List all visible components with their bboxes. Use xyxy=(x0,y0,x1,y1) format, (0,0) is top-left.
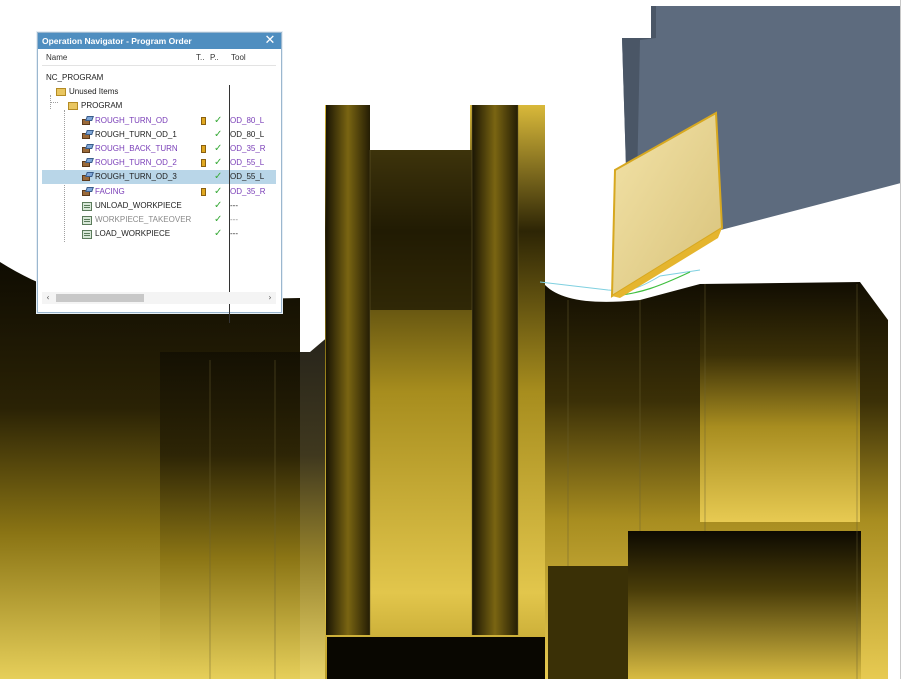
operation-name: LOAD_WORKPIECE xyxy=(95,229,171,239)
checkmark-icon xyxy=(214,71,226,85)
header-divider xyxy=(42,65,276,66)
navigator-title: Operation Navigator - Program Order xyxy=(38,33,281,49)
turning-operation-icon xyxy=(82,186,94,197)
checkmark-icon: ✓ xyxy=(214,171,223,183)
operation-name: Unused Items xyxy=(69,87,119,97)
operation-name: ROUGH_TURN_OD_1 xyxy=(95,129,177,139)
operation-name: PROGRAM xyxy=(81,101,123,111)
checkmark-icon: ✓ xyxy=(214,143,223,154)
scroll-thumb[interactable] xyxy=(56,294,144,302)
part-left-shoulder xyxy=(160,335,330,679)
turning-operation-icon xyxy=(82,144,94,154)
operation-row[interactable]: ROUGH_TURN_OD_3 ✓ OD_55_L xyxy=(42,170,276,185)
tool-name: OD_80_L xyxy=(230,129,265,139)
tool-name: OD_55_L xyxy=(230,158,265,168)
operation-name: ROUGH_TURN_OD_2 xyxy=(95,158,177,168)
operation-name: WORKPIECE_TAKEOVER xyxy=(95,215,192,224)
graphics-viewport[interactable]: Operation Navigator - Program Order ✕ Na… xyxy=(0,0,901,679)
tool-status-cell xyxy=(200,142,210,156)
tool-status-cell xyxy=(200,85,210,99)
operation-name: ROUGH_TURN_OD_3 xyxy=(95,172,177,182)
tool-status-cell xyxy=(200,114,210,128)
tool-name: OD_55_L xyxy=(230,172,265,182)
folder-icon xyxy=(68,102,78,111)
part-lower-step xyxy=(628,531,861,679)
part-bottom-band xyxy=(327,637,545,679)
part-lower-cavity xyxy=(548,566,628,679)
column-header-tool[interactable]: Tool xyxy=(231,53,246,62)
tool-name: --- xyxy=(230,229,238,239)
tool-name: OD_35_R xyxy=(230,144,266,153)
checkmark-icon: ✓ xyxy=(214,228,223,240)
tool-status-cell xyxy=(200,227,210,241)
tool-status-cell xyxy=(200,71,210,85)
tool-name: OD_80_L xyxy=(230,115,265,125)
tool-name: OD_35_R xyxy=(230,186,266,196)
operation-navigator-panel[interactable]: Operation Navigator - Program Order ✕ Na… xyxy=(37,32,282,323)
turning-operation-icon xyxy=(82,129,94,140)
turning-operation-icon xyxy=(82,158,94,168)
operation-name: ROUGH_TURN_OD xyxy=(95,115,168,125)
checkmark-icon xyxy=(214,99,226,113)
operation-name: FACING xyxy=(95,186,125,196)
operation-name: ROUGH_BACK_TURN xyxy=(95,144,178,153)
tool-status-cell xyxy=(200,99,210,113)
tool-name: --- xyxy=(230,215,238,224)
operation-row[interactable]: ROUGH_TURN_OD_1 ✓ OD_80_L xyxy=(42,128,276,142)
workpiece-operation-icon xyxy=(82,201,92,211)
tool-status-cell xyxy=(200,185,210,199)
close-icon[interactable]: ✕ xyxy=(264,33,276,49)
turning-operation-icon xyxy=(82,115,94,126)
part-groove xyxy=(370,150,472,310)
part-right-pillar xyxy=(472,105,518,635)
scroll-right-icon[interactable]: › xyxy=(264,292,276,304)
tool-change-icon xyxy=(201,159,206,168)
scroll-left-icon[interactable]: ‹ xyxy=(42,292,54,304)
part-left-pillar xyxy=(326,105,370,635)
checkmark-icon xyxy=(214,85,226,99)
operation-row[interactable]: FACING ✓ OD_35_R xyxy=(42,185,276,199)
column-header-p[interactable]: P.. xyxy=(210,53,219,62)
checkmark-icon: ✓ xyxy=(214,157,223,169)
tool-status-cell xyxy=(200,156,210,170)
tool-change-icon xyxy=(201,145,206,153)
checkmark-icon: ✓ xyxy=(214,199,223,211)
part-right-flange xyxy=(700,284,860,522)
operation-row[interactable]: UNLOAD_WORKPIECE ✓ --- xyxy=(42,199,276,213)
tool-status-cell xyxy=(200,213,210,227)
operation-row[interactable]: PROGRAM xyxy=(42,99,276,113)
operation-name: UNLOAD_WORKPIECE xyxy=(95,200,182,210)
checkmark-icon: ✓ xyxy=(214,128,223,140)
tool-name: --- xyxy=(230,200,238,210)
operation-row[interactable]: ROUGH_TURN_OD_2 ✓ OD_55_L xyxy=(42,156,276,170)
operation-name: NC_PROGRAM xyxy=(46,73,104,82)
checkmark-icon: ✓ xyxy=(214,185,223,197)
tool-change-icon xyxy=(201,116,206,125)
checkmark-icon: ✓ xyxy=(214,114,223,126)
operation-row[interactable]: ROUGH_TURN_OD ✓ OD_80_L xyxy=(42,114,276,128)
operation-row[interactable]: LOAD_WORKPIECE ✓ --- xyxy=(42,227,276,241)
column-header-t[interactable]: T.. xyxy=(196,53,204,62)
horizontal-scrollbar[interactable]: ‹ › xyxy=(42,292,276,304)
operation-row[interactable]: Unused Items xyxy=(42,85,276,99)
tool-status-cell xyxy=(200,170,210,184)
column-header-name[interactable]: Name xyxy=(46,53,67,62)
operation-row[interactable]: NC_PROGRAM xyxy=(42,71,276,85)
tool-status-cell xyxy=(200,128,210,142)
checkmark-icon: ✓ xyxy=(214,214,223,225)
tool-change-icon xyxy=(201,187,206,196)
turning-operation-icon xyxy=(82,172,94,182)
folder-icon xyxy=(56,88,66,97)
operation-row[interactable]: ROUGH_BACK_TURN ✓ OD_35_R xyxy=(42,142,276,156)
workpiece-operation-icon xyxy=(82,216,92,225)
column-separator xyxy=(229,85,230,323)
workpiece-operation-icon xyxy=(82,230,92,240)
operation-row[interactable]: WORKPIECE_TAKEOVER ✓ --- xyxy=(42,213,276,227)
tool-status-cell xyxy=(200,199,210,213)
